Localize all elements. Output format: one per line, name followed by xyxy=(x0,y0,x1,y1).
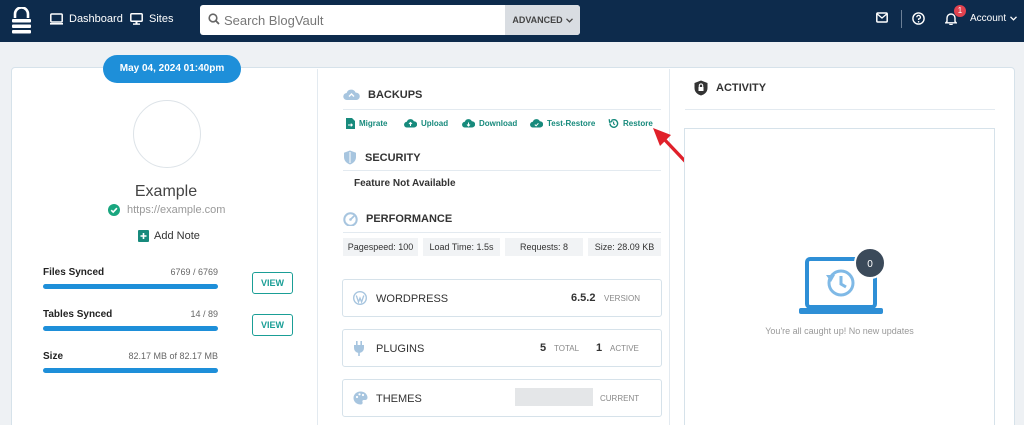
notification-badge: 1 xyxy=(954,5,966,17)
cloud-test-icon xyxy=(530,119,543,128)
download-label: Download xyxy=(479,118,518,128)
backup-date-pill: May 04, 2024 01:40pm xyxy=(103,55,241,83)
size-value: 82.17 MB of 82.17 MB xyxy=(128,351,218,361)
migrate-icon xyxy=(346,118,355,129)
restore-icon xyxy=(608,118,619,128)
site-name: Example xyxy=(134,183,198,200)
plugins-total-label: TOTAL xyxy=(554,344,580,353)
download-action[interactable]: Download xyxy=(462,118,517,128)
dashboard-icon xyxy=(50,13,63,25)
help-icon[interactable] xyxy=(912,12,925,25)
migrate-label: Migrate xyxy=(359,119,388,128)
cloud-upload-icon xyxy=(404,119,417,128)
security-status: Feature Not Available xyxy=(354,178,456,189)
pagespeed-stat: Pagespeed: 100 xyxy=(343,238,418,256)
add-note-icon xyxy=(138,230,149,242)
plugins-title: PLUGINS xyxy=(376,343,425,355)
account-label: Account xyxy=(970,13,1007,24)
site-url-text: https://example.com xyxy=(127,204,226,216)
security-header: SECURITY xyxy=(343,150,421,165)
plug-icon xyxy=(354,341,364,356)
cloud-download-icon xyxy=(462,119,475,128)
migrate-action[interactable]: Migrate xyxy=(346,118,387,129)
files-synced-value: 6769 / 6769 xyxy=(170,267,218,277)
tables-synced-value: 14 / 89 xyxy=(190,309,218,319)
lock-icon xyxy=(694,80,708,96)
restore-label: Restore xyxy=(623,119,653,128)
shield-icon xyxy=(344,150,356,165)
plugins-box[interactable]: PLUGINS 5 TOTAL 1 ACTIVE xyxy=(342,329,662,367)
nav-sites[interactable]: Sites xyxy=(130,13,173,25)
palette-icon xyxy=(353,391,368,405)
column-divider xyxy=(669,69,670,425)
search-input[interactable] xyxy=(222,5,504,35)
backups-header: BACKUPS xyxy=(343,89,422,101)
column-divider xyxy=(317,69,318,425)
nav-dashboard-label: Dashboard xyxy=(69,13,123,25)
tables-synced-progress xyxy=(43,326,218,331)
activity-count-badge: 0 xyxy=(854,247,886,279)
site-url[interactable]: https://example.com xyxy=(108,204,225,216)
blogvault-logo-icon[interactable] xyxy=(12,7,31,34)
wordpress-version-label: VERSION xyxy=(604,294,641,303)
plugins-active-label: ACTIVE xyxy=(610,344,639,353)
upload-action[interactable]: Upload xyxy=(404,118,448,128)
check-circle-icon xyxy=(108,204,120,216)
chevron-down-icon xyxy=(565,17,573,23)
advanced-search-button[interactable]: ADVANCED xyxy=(505,5,580,35)
themes-title: THEMES xyxy=(376,393,422,405)
nav-sites-label: Sites xyxy=(149,13,174,25)
section-divider xyxy=(343,232,661,233)
wordpress-title: WORDPRESS xyxy=(376,293,449,305)
tables-synced-label: Tables Synced xyxy=(43,309,113,320)
test-restore-label: Test-Restore xyxy=(547,118,596,128)
themes-box[interactable]: THEMES CURRENT xyxy=(342,379,662,417)
site-avatar xyxy=(133,100,201,168)
section-divider xyxy=(343,170,661,171)
performance-title: PERFORMANCE xyxy=(366,213,453,225)
add-note-button[interactable]: Add Note xyxy=(138,230,200,242)
account-menu[interactable]: Account xyxy=(970,13,1018,24)
theme-name-redacted xyxy=(515,388,593,406)
wordpress-box[interactable]: WORDPRESS 6.5.2 VERSION xyxy=(342,279,662,317)
speedometer-icon xyxy=(343,212,358,226)
size-progress xyxy=(43,368,218,373)
activity-title: ACTIVITY xyxy=(716,82,767,94)
size-label: Size xyxy=(43,351,64,362)
section-divider xyxy=(343,109,661,110)
advanced-label: ADVANCED xyxy=(512,15,563,25)
wordpress-version: 6.5.2 xyxy=(571,292,596,304)
monitor-icon xyxy=(130,13,143,25)
activity-empty-text: You're all caught up! No new updates xyxy=(765,326,914,336)
nav-dashboard[interactable]: Dashboard xyxy=(50,13,123,25)
add-note-label: Add Note xyxy=(154,230,200,242)
plugins-active: 1 xyxy=(596,342,603,354)
restore-action[interactable]: Restore xyxy=(608,118,653,129)
tables-view-button[interactable]: VIEW xyxy=(252,314,293,336)
plugins-total: 5 xyxy=(540,342,547,354)
mail-icon[interactable] xyxy=(876,12,888,23)
search-icon xyxy=(208,13,220,25)
requests-stat: Requests: 8 xyxy=(505,238,583,256)
chevron-down-icon xyxy=(1010,16,1018,21)
wordpress-icon xyxy=(353,291,367,305)
activity-header: ACTIVITY xyxy=(694,80,766,96)
cloud-icon xyxy=(343,89,360,101)
test-restore-action[interactable]: Test-Restore xyxy=(530,118,595,128)
top-navbar: Dashboard Sites ADVANCED xyxy=(0,0,1024,42)
performance-header: PERFORMANCE xyxy=(343,212,452,226)
size-stat: Size: 28.09 KB xyxy=(588,238,661,256)
files-synced-label: Files Synced xyxy=(43,267,105,278)
security-title: SECURITY xyxy=(365,151,421,164)
upload-label: Upload xyxy=(421,118,449,128)
section-divider xyxy=(685,109,995,110)
themes-current-label: CURRENT xyxy=(600,394,640,403)
navbar-divider xyxy=(901,10,902,28)
files-synced-progress xyxy=(43,284,218,289)
search-bar: ADVANCED xyxy=(200,5,580,35)
load-time-stat: Load Time: 1.5s xyxy=(423,238,500,256)
activity-feed: You're all caught up! No new updates xyxy=(684,128,995,425)
backups-title: BACKUPS xyxy=(368,89,423,101)
files-view-button[interactable]: VIEW xyxy=(252,272,293,294)
